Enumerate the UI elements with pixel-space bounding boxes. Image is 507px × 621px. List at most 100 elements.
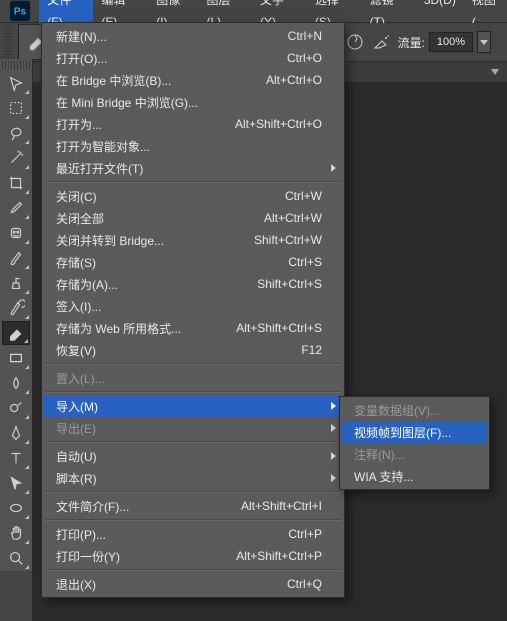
menu-item[interactable]: 在 Mini Bridge 中浏览(G)... [44,91,342,113]
history-brush-tool[interactable] [2,296,30,320]
menu-item-shortcut: Shift+Ctrl+S [257,277,322,291]
magic-wand-tool[interactable] [2,146,30,170]
menu-item[interactable]: 最近打开文件(T) [44,157,342,179]
flyout-indicator-icon [25,415,29,419]
svg-text:Ps: Ps [13,7,26,18]
flyout-indicator-icon [25,290,29,294]
menu-item-label: 退出(X) [56,576,287,593]
menu-item-shortcut: Ctrl+P [288,527,322,541]
submenu-item-label: 变量数据组(V)... [354,402,467,419]
crop-tool[interactable] [2,171,30,195]
menu-separator [45,391,341,393]
gradient-tool[interactable] [2,346,30,370]
brush-tool[interactable] [2,246,30,270]
menu-item-shortcut: Ctrl+O [287,51,322,65]
menu-item-label: 自动(U) [56,448,322,465]
pressure-opacity-icon[interactable] [346,33,364,51]
menu-item[interactable]: 打开(O)...Ctrl+O [44,47,342,69]
menu-item[interactable]: 存储(S)Ctrl+S [44,251,342,273]
menu-item[interactable]: 存储为(A)...Shift+Ctrl+S [44,273,342,295]
hand-tool[interactable] [2,521,30,545]
menu-item[interactable]: 签入(I)... [44,295,342,317]
menu-item[interactable]: 关闭全部Alt+Ctrl+W [44,207,342,229]
menu-item-label: 恢复(V) [56,342,301,359]
ellipse-tool[interactable] [2,496,30,520]
menu-item[interactable]: 恢复(V)F12 [44,339,342,361]
menu-item-shortcut: Alt+Shift+Ctrl+S [236,321,322,335]
submenu-item-label: WIA 支持... [354,468,467,485]
submenu-arrow-icon [331,474,336,482]
lasso-tool[interactable] [2,121,30,145]
flyout-indicator-icon [25,165,29,169]
menu-item-label: 存储为 Web 所用格式... [56,320,236,337]
menu-item-label: 导出(E) [56,420,322,437]
blur-tool[interactable] [2,371,30,395]
flyout-indicator-icon [25,390,29,394]
menu-item[interactable]: 导入(M) [44,395,342,417]
menu-separator [45,181,341,183]
menu-item[interactable]: 关闭(C)Ctrl+W [44,185,342,207]
menu-separator [45,441,341,443]
submenu-arrow-icon [331,164,336,172]
menu-item[interactable]: 自动(U) [44,445,342,467]
menu-item-label: 最近打开文件(T) [56,160,322,177]
dodge-tool[interactable] [2,396,30,420]
healing-brush-tool[interactable] [2,221,30,245]
menu-item-label: 存储(S) [56,254,288,271]
flyout-indicator-icon [25,515,29,519]
flow-value[interactable]: 100% [429,32,473,52]
marquee-tool[interactable] [2,96,30,120]
type-tool[interactable] [2,446,30,470]
submenu-item-label: 视频帧到图层(F)... [354,424,467,441]
path-selection-tool[interactable] [2,471,30,495]
menu-item[interactable]: 存储为 Web 所用格式...Alt+Shift+Ctrl+S [44,317,342,339]
menu-item[interactable]: 文件简介(F)...Alt+Shift+Ctrl+I [44,495,342,517]
menu-item-label: 导入(M) [56,398,322,415]
flyout-indicator-icon [25,540,29,544]
app-menubar: Ps 文件(F)编辑(E)图像(I)图层(L)文字(Y)选择(S)滤镜(T)3D… [0,0,507,23]
menu-item[interactable]: 打印(P)...Ctrl+P [44,523,342,545]
move-tool[interactable] [2,71,30,95]
airbrush-icon[interactable] [372,33,390,51]
flyout-indicator-icon [25,190,29,194]
flyout-indicator-icon [25,440,29,444]
zoom-tool[interactable] [2,546,30,570]
submenu-arrow-icon [331,452,336,460]
flow-label: 流量: [398,34,425,51]
options-bar-grip-icon [4,26,12,58]
menu-item-shortcut: Alt+Ctrl+O [266,73,322,87]
menu-separator [45,363,341,365]
menu-item[interactable]: 打开为...Alt+Shift+Ctrl+O [44,113,342,135]
menu-item[interactable]: 关闭并转到 Bridge...Shift+Ctrl+W [44,229,342,251]
flyout-indicator-icon [25,265,29,269]
menu-item-shortcut: Alt+Ctrl+W [264,211,322,225]
menu-item-shortcut: Alt+Shift+Ctrl+O [235,117,322,131]
menu-item-label: 新建(N)... [56,28,288,45]
menu-item-shortcut: Ctrl+N [288,29,322,43]
eraser-tool[interactable] [2,321,30,345]
menu-item-label: 关闭并转到 Bridge... [56,232,254,249]
menu-item[interactable]: 退出(X)Ctrl+Q [44,573,342,595]
menu-item[interactable]: 脚本(R) [44,467,342,489]
clone-stamp-tool[interactable] [2,271,30,295]
menu-item-shortcut: Ctrl+Q [287,577,322,591]
menu-item-label: 打开为... [56,116,235,133]
flyout-indicator-icon [25,90,29,94]
submenu-item[interactable]: WIA 支持... [342,465,487,487]
menu-item-label: 打印一份(Y) [56,548,236,565]
eyedropper-tool[interactable] [2,196,30,220]
menu-item[interactable]: 打开为智能对象... [44,135,342,157]
menu-item-shortcut: F12 [301,343,322,357]
submenu-item[interactable]: 视频帧到图层(F)... [342,421,487,443]
submenu-item: 注释(N)... [342,443,487,465]
menu-item-label: 签入(I)... [56,298,322,315]
menu-item[interactable]: 在 Bridge 中浏览(B)...Alt+Ctrl+O [44,69,342,91]
pen-tool[interactable] [2,421,30,445]
menu-item[interactable]: 新建(N)...Ctrl+N [44,25,342,47]
menu-item[interactable]: 打印一份(Y)Alt+Shift+Ctrl+P [44,545,342,567]
tabstrip-overflow-button[interactable] [487,64,503,80]
flow-dropdown-button[interactable] [477,31,491,53]
menu-item-label: 存储为(A)... [56,276,257,293]
menu-item-label: 脚本(R) [56,470,322,487]
submenu-item-label: 注释(N)... [354,446,467,463]
